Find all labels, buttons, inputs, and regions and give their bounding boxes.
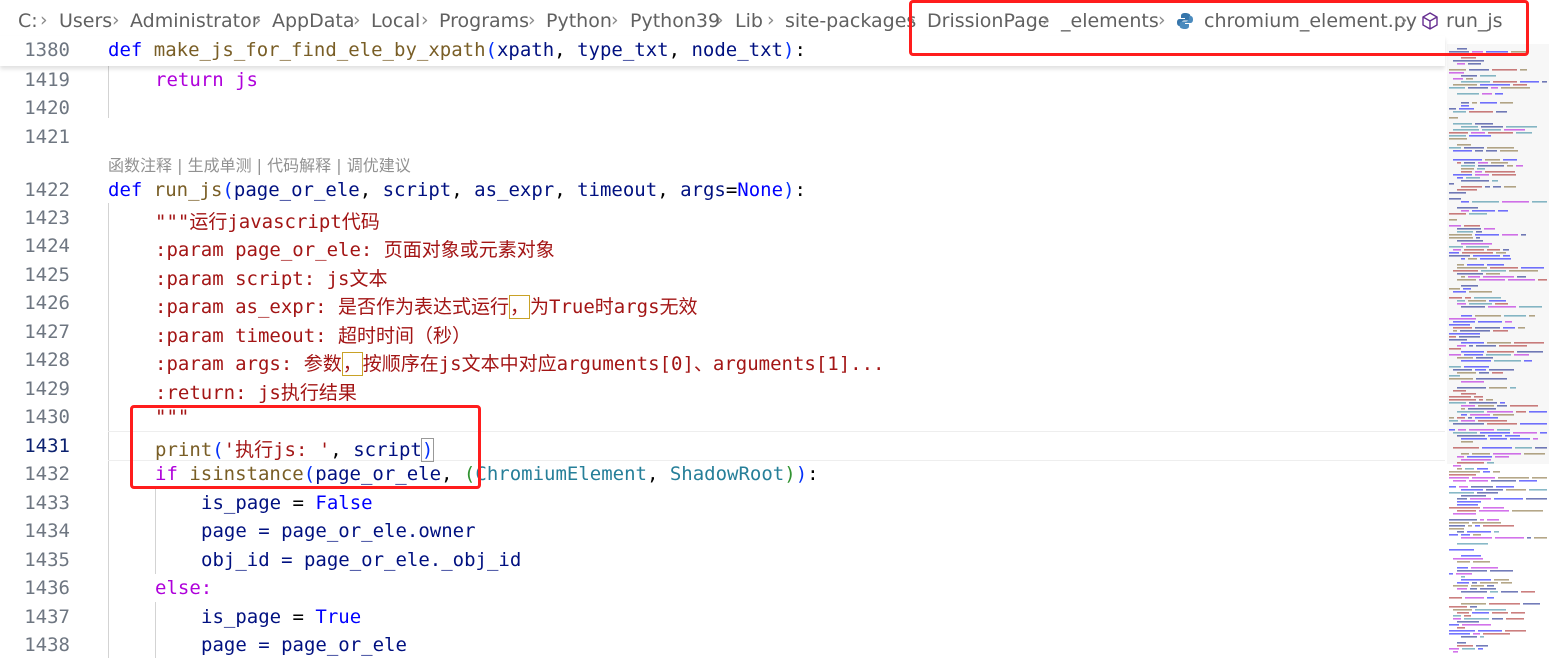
breadcrumb-item-drive[interactable]: C:: [18, 10, 38, 32]
breadcrumb-item-administrator[interactable]: Administrator: [130, 10, 260, 32]
indent-guide: [155, 488, 156, 574]
breadcrumb-item-appdata[interactable]: AppData: [272, 10, 355, 32]
chevron-right-icon: ›: [528, 9, 536, 31]
line-number: 1424: [24, 235, 70, 257]
line-number: 1429: [24, 378, 70, 400]
docstring-line[interactable]: :return: js执行结果: [155, 378, 357, 405]
code-line[interactable]: is_page = False: [201, 492, 373, 514]
chevron-right-icon: ›: [611, 9, 619, 31]
code-line[interactable]: is_page = True: [201, 606, 361, 628]
breadcrumb-item-python[interactable]: Python: [546, 10, 612, 32]
code-line[interactable]: page = page_or_ele: [201, 634, 407, 656]
code-line[interactable]: obj_id = page_or_ele._obj_id: [201, 549, 521, 571]
docstring-line[interactable]: """运行javascript代码: [155, 207, 380, 234]
chevron-right-icon: ›: [716, 9, 724, 31]
chevron-right-icon: ›: [421, 9, 429, 31]
line-number: 1433: [24, 492, 70, 514]
chevron-right-icon: ›: [112, 9, 120, 31]
docstring-line[interactable]: :param as_expr: 是否作为表达式运行，为True时args无效: [155, 292, 698, 319]
chevron-right-icon: ›: [254, 9, 262, 31]
line-number: 1434: [24, 520, 70, 542]
line-number: 1422: [24, 179, 70, 201]
docstring-line[interactable]: :param script: js文本: [155, 264, 387, 291]
annotation-box-breadcrumb: [909, 0, 1529, 56]
code-line[interactable]: page = page_or_ele.owner: [201, 520, 476, 542]
line-number: 1419: [24, 69, 70, 91]
indent-guide: [108, 66, 109, 118]
line-number: 1432: [24, 463, 70, 485]
chevron-right-icon: ›: [353, 9, 361, 31]
line-number: 1437: [24, 606, 70, 628]
ambiguous-char-highlight: ，: [341, 352, 363, 376]
breadcrumb-item-lib[interactable]: Lib: [735, 10, 763, 32]
line-number: 1438: [24, 634, 70, 656]
docstring-line[interactable]: :param args: 参数，按顺序在js文本中对应arguments[0]、…: [155, 349, 884, 376]
docstring-line[interactable]: :param page_or_ele: 页面对象或元素对象: [155, 235, 555, 262]
indent-guide: [155, 602, 156, 658]
code-line[interactable]: def run_js(page_or_ele, script, as_expr,…: [108, 179, 806, 201]
ambiguous-char-highlight: ，: [509, 295, 531, 319]
line-number: 1428: [24, 349, 70, 371]
breadcrumb-item-local[interactable]: Local: [371, 10, 420, 32]
codelens-actions[interactable]: 函数注释 | 生成单测 | 代码解释 | 调优建议: [108, 152, 411, 176]
line-number: 1427: [24, 321, 70, 343]
line-number: 1423: [24, 207, 70, 229]
line-number: 1436: [24, 577, 70, 599]
sticky-code-line: def make_js_for_find_ele_by_xpath(xpath,…: [108, 39, 806, 61]
line-number: 1380: [24, 39, 70, 61]
minimap[interactable]: [1447, 40, 1549, 658]
chevron-right-icon: ›: [40, 9, 48, 31]
line-number: 1425: [24, 264, 70, 286]
breadcrumb-item-python39[interactable]: Python39: [630, 10, 720, 32]
line-number: 1421: [24, 126, 70, 148]
breadcrumb-item-site-packages[interactable]: site-packages: [785, 10, 916, 32]
breadcrumb-item-users[interactable]: Users: [59, 10, 112, 32]
breadcrumb-item-programs[interactable]: Programs: [439, 10, 529, 32]
code-line[interactable]: else:: [155, 577, 212, 599]
code-line[interactable]: return js: [155, 69, 258, 91]
docstring-line[interactable]: :param timeout: 超时时间（秒）: [155, 321, 471, 348]
line-number-active: 1431: [24, 435, 70, 457]
annotation-box-print: [130, 405, 481, 489]
line-number: 1426: [24, 292, 70, 314]
chevron-right-icon: ›: [767, 9, 775, 31]
line-number: 1420: [24, 97, 70, 119]
line-number: 1430: [24, 406, 70, 428]
line-number: 1435: [24, 549, 70, 571]
